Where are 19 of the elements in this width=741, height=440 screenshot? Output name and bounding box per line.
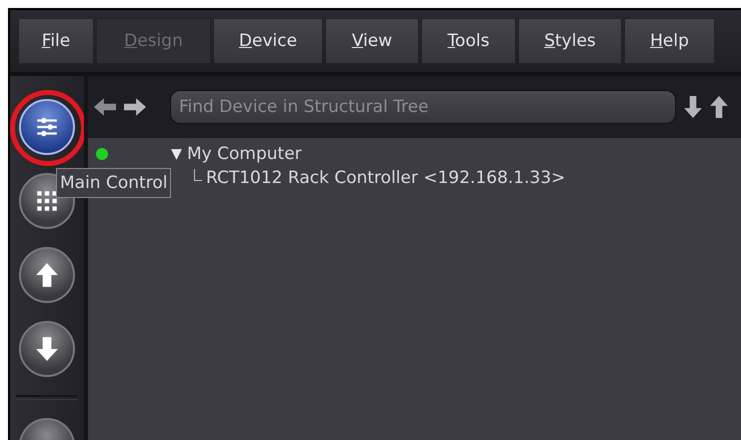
search-field[interactable]: Find Device in Structural Tree bbox=[170, 90, 676, 124]
menu-item[interactable]: Tools bbox=[421, 18, 516, 64]
tree-connector bbox=[194, 169, 202, 181]
expand-triangle-icon[interactable] bbox=[170, 148, 183, 160]
sidebar-button[interactable] bbox=[19, 99, 75, 155]
tooltip: Main Control bbox=[56, 168, 172, 198]
menu-item[interactable]: Styles bbox=[518, 18, 622, 64]
menu-item[interactable]: Device bbox=[213, 18, 323, 64]
tree-item[interactable]: My Computer bbox=[187, 144, 302, 164]
menu-item[interactable]: View bbox=[325, 18, 419, 64]
forward-arrow-icon[interactable] bbox=[124, 98, 146, 116]
menu-item[interactable]: Help bbox=[624, 18, 715, 64]
back-arrow-icon[interactable] bbox=[94, 98, 116, 116]
down-arrow-icon bbox=[34, 336, 60, 362]
up-arrow-icon[interactable] bbox=[710, 96, 728, 118]
down-arrow-icon[interactable] bbox=[684, 96, 702, 118]
menu-item[interactable]: File bbox=[18, 18, 94, 64]
up-arrow-icon bbox=[34, 262, 60, 288]
tree-item[interactable]: RCT1012 Rack Controller <192.168.1.33> bbox=[206, 168, 566, 188]
